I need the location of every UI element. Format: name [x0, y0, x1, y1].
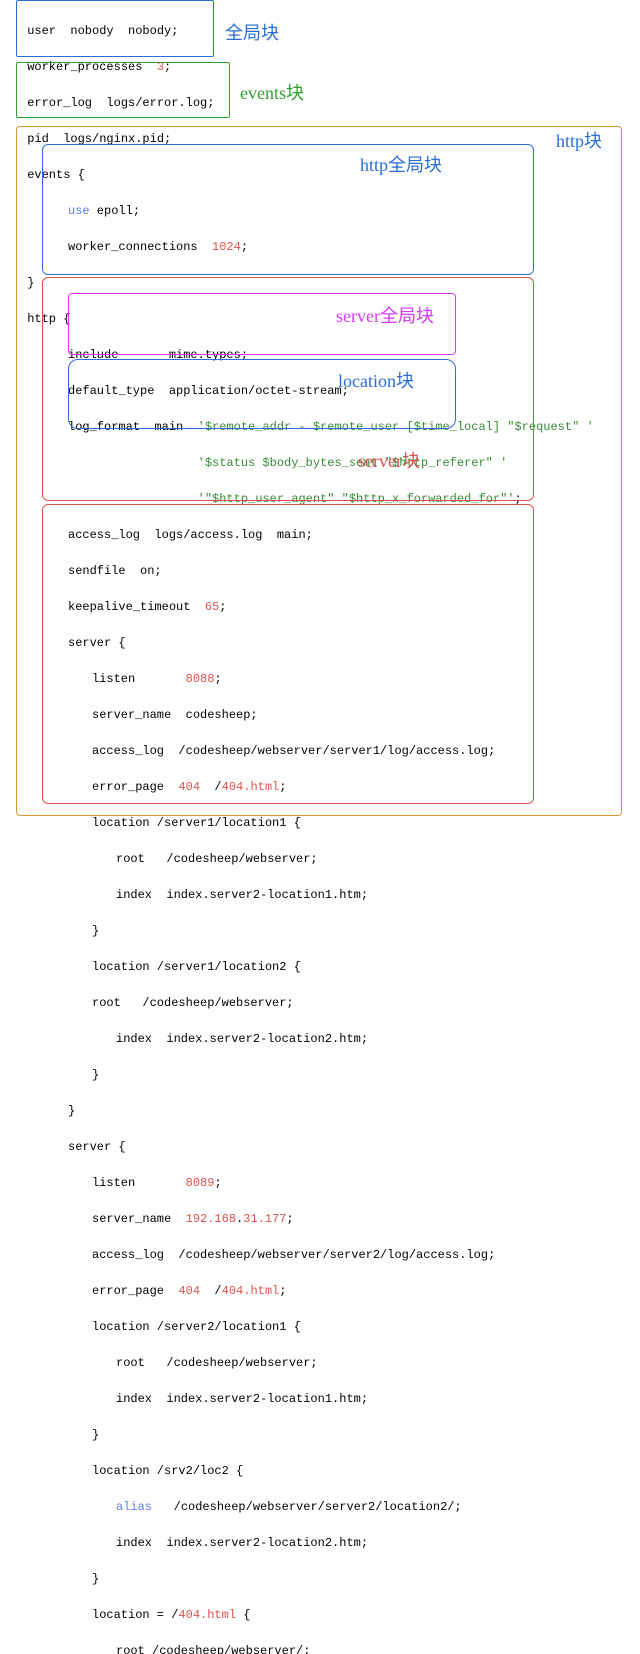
- code-line: server_name codesheep;: [20, 706, 620, 724]
- code-line: }: [20, 1102, 620, 1120]
- code-line: root /codesheep/webserver;: [20, 1354, 620, 1372]
- code-line: root /codesheep/webserver;: [20, 994, 620, 1012]
- nginx-config-code: user nobody nobody; worker_processes 3; …: [20, 4, 620, 1654]
- code-line: events {: [20, 166, 620, 184]
- code-line: index index.server2-location1.htm;: [20, 1390, 620, 1408]
- code-line: worker_connections 1024;: [20, 238, 620, 256]
- code-line: index index.server2-location2.htm;: [20, 1030, 620, 1048]
- code-line: listen 8089;: [20, 1174, 620, 1192]
- code-line: server {: [20, 1138, 620, 1156]
- code-line: server_name 192.168.31.177;: [20, 1210, 620, 1228]
- code-line: listen 8088;: [20, 670, 620, 688]
- code-line: use epoll;: [20, 202, 620, 220]
- code-line: '"$http_user_agent" "$http_x_forwarded_f…: [20, 490, 620, 508]
- code-line: location = /404.html {: [20, 1606, 620, 1624]
- code-line: include mime.types;: [20, 346, 620, 364]
- code-line: error_page 404 /404.html;: [20, 778, 620, 796]
- code-line: }: [20, 922, 620, 940]
- code-line: location /server1/location2 {: [20, 958, 620, 976]
- code-line: error_log logs/error.log;: [20, 94, 620, 112]
- code-line: alias /codesheep/webserver/server2/locat…: [20, 1498, 620, 1516]
- code-line: location /server1/location1 {: [20, 814, 620, 832]
- code-line: }: [20, 1066, 620, 1084]
- code-line: access_log logs/access.log main;: [20, 526, 620, 544]
- code-line: user nobody nobody;: [20, 22, 620, 40]
- code-line: default_type application/octet-stream;: [20, 382, 620, 400]
- code-line: index index.server2-location2.htm;: [20, 1534, 620, 1552]
- code-line: location /srv2/loc2 {: [20, 1462, 620, 1480]
- code-line: }: [20, 1570, 620, 1588]
- code-line: error_page 404 /404.html;: [20, 1282, 620, 1300]
- code-line: access_log /codesheep/webserver/server1/…: [20, 742, 620, 760]
- code-line: '$status $body_bytes_sent "$http_referer…: [20, 454, 620, 472]
- code-line: }: [20, 274, 620, 292]
- code-line: http {: [20, 310, 620, 328]
- code-line: root /codesheep/webserver/;: [20, 1642, 620, 1654]
- code-line: access_log /codesheep/webserver/server2/…: [20, 1246, 620, 1264]
- code-line: location /server2/location1 {: [20, 1318, 620, 1336]
- code-line: server {: [20, 634, 620, 652]
- code-line: }: [20, 1426, 620, 1444]
- code-line: keepalive_timeout 65;: [20, 598, 620, 616]
- code-line: log_format main '$remote_addr - $remote_…: [20, 418, 620, 436]
- code-line: root /codesheep/webserver;: [20, 850, 620, 868]
- code-line: worker_processes 3;: [20, 58, 620, 76]
- code-line: sendfile on;: [20, 562, 620, 580]
- code-line: pid logs/nginx.pid;: [20, 130, 620, 148]
- code-line: index index.server2-location1.htm;: [20, 886, 620, 904]
